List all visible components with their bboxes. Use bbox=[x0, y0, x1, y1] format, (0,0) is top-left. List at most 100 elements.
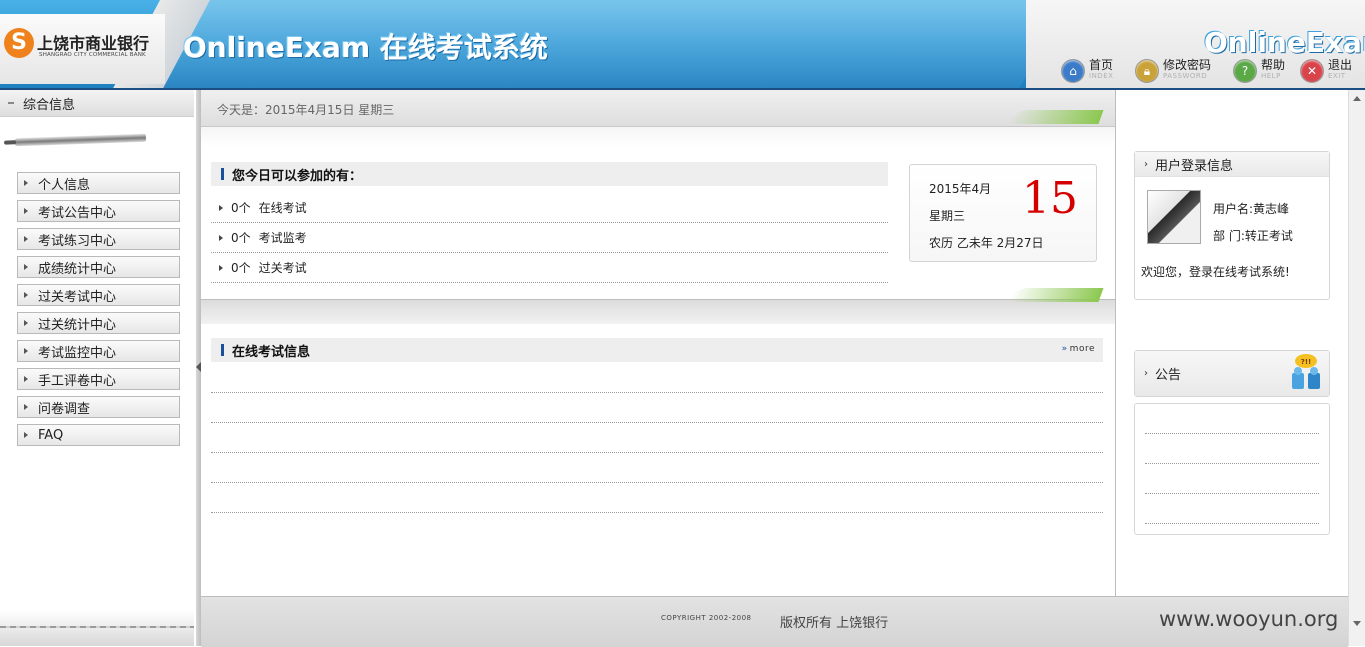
help-icon: ? bbox=[1233, 59, 1257, 83]
app-title-right: OnlineExam bbox=[1204, 26, 1365, 59]
bank-name: 上饶市商业银行 bbox=[37, 34, 150, 53]
sidebar-item-survey[interactable]: 问卷调查 bbox=[17, 396, 180, 418]
list-item bbox=[211, 453, 1103, 483]
lock-icon: 🔒︎ bbox=[1135, 59, 1159, 83]
sidebar-item-pass-stats[interactable]: 过关统计中心 bbox=[17, 312, 180, 334]
arrow-right-icon bbox=[24, 292, 28, 298]
welcome-text: 欢迎您，登录在线考试系统! bbox=[1141, 265, 1290, 279]
list-item bbox=[1145, 464, 1319, 494]
scrollbar[interactable] bbox=[1348, 90, 1365, 646]
nav-help-button[interactable]: ? 帮助 HELP bbox=[1233, 58, 1285, 84]
exit-icon: ✕ bbox=[1300, 59, 1324, 83]
list-item bbox=[211, 363, 1103, 393]
list-item-pass-exam[interactable]: 0个 过关考试 bbox=[211, 253, 888, 283]
sidebar-item-label: 过关统计中心 bbox=[38, 317, 117, 333]
available-list: 0个 在线考试 0个 考试监考 0个 过关考试 bbox=[211, 193, 888, 283]
nav-help-label: 帮助 bbox=[1261, 58, 1286, 72]
sidebar-item-pass-exam[interactable]: 过关考试中心 bbox=[17, 284, 180, 306]
bank-name-en: SHANGRAO CITY COMMERCIAL BANK bbox=[39, 52, 146, 58]
nav-exit-sub: EXIT bbox=[1328, 72, 1346, 80]
nav-change-password-button[interactable]: 🔒︎ 修改密码 PASSWORD bbox=[1135, 58, 1211, 84]
login-info-box: › 用户登录信息 用户名:黄志峰 部 门:转正考试 欢迎您，登录在线考试系统! bbox=[1134, 151, 1330, 300]
sidebar-item-label: 问卷调查 bbox=[38, 401, 91, 417]
chevron-right-icon: › bbox=[1144, 158, 1148, 170]
section-strip bbox=[201, 127, 1115, 147]
today-text: 今天是：2015年4月15日 星期三 bbox=[217, 103, 395, 117]
exam-info-panel-title: 在线考试信息 bbox=[232, 344, 311, 360]
arrow-right-icon bbox=[24, 208, 28, 214]
notice-list bbox=[1134, 403, 1330, 535]
sidebar-item-exam-monitor[interactable]: 考试监控中心 bbox=[17, 340, 180, 362]
list-item-exam-proctor[interactable]: 0个 考试监考 bbox=[211, 223, 888, 253]
list-item bbox=[1145, 434, 1319, 464]
sidebar-item-label: 个人信息 bbox=[38, 177, 91, 193]
sidebar-item-label: 成绩统计中心 bbox=[38, 261, 117, 277]
avatar bbox=[1147, 190, 1201, 244]
arrow-right-icon bbox=[24, 236, 28, 242]
arrow-right-icon bbox=[24, 264, 28, 270]
arrow-right-icon bbox=[24, 320, 28, 326]
arrow-right-icon bbox=[219, 234, 223, 241]
sidebar-item-faq[interactable]: FAQ bbox=[17, 424, 180, 446]
chevron-right-icon: › bbox=[1144, 368, 1148, 379]
arrow-right-icon bbox=[24, 432, 28, 438]
sidebar-item-label: 考试练习中心 bbox=[38, 233, 117, 249]
notice-title: 公告 bbox=[1155, 368, 1182, 383]
scroll-down-icon[interactable] bbox=[1353, 621, 1361, 626]
sidebar-item-label: 过关考试中心 bbox=[38, 289, 117, 305]
sidebar-menu: 个人信息 考试公告中心 考试练习中心 成绩统计中心 过关考试中心 过关统计中心 … bbox=[17, 172, 180, 452]
nav-exit-button[interactable]: ✕ 退出 EXIT bbox=[1300, 58, 1352, 84]
bank-logo-icon: S bbox=[4, 28, 34, 58]
app-header: S 上饶市商业银行 SHANGRAO CITY COMMERCIAL BANK … bbox=[0, 0, 1365, 90]
list-item bbox=[211, 393, 1103, 423]
nav-home-label: 首页 bbox=[1089, 58, 1114, 72]
list-item bbox=[1145, 494, 1319, 524]
sidebar-item-personal-info[interactable]: 个人信息 bbox=[17, 172, 180, 194]
list-item-online-exam[interactable]: 0个 在线考试 bbox=[211, 193, 888, 223]
sidebar-footer-decoration bbox=[0, 610, 194, 646]
calendar-card: 2015年4月 星期三 农历 乙未年 2月27日 15 bbox=[909, 164, 1097, 262]
more-link[interactable]: » more bbox=[1062, 344, 1095, 354]
sidebar-item-score-stats[interactable]: 成绩统计中心 bbox=[17, 256, 180, 278]
collapse-icon bbox=[8, 102, 14, 104]
sidebar-item-label: 考试公告中心 bbox=[38, 205, 117, 221]
item-count: 0个 bbox=[231, 201, 251, 215]
notice-box: › 公告 ?!! bbox=[1134, 350, 1330, 397]
watermark-site: www.wooyun.org bbox=[1159, 607, 1339, 631]
section-marker bbox=[221, 168, 224, 180]
date-bar: 今天是：2015年4月15日 星期三 bbox=[201, 90, 1115, 127]
right-column: › 用户登录信息 用户名:黄志峰 部 门:转正考试 欢迎您，登录在线考试系统! … bbox=[1115, 90, 1349, 596]
bank-logo: S 上饶市商业银行 SHANGRAO CITY COMMERCIAL BANK bbox=[0, 14, 165, 84]
username: 用户名:黄志峰 bbox=[1213, 202, 1290, 216]
leaf-decoration bbox=[1008, 288, 1104, 302]
nav-home-sub: INDEX bbox=[1089, 72, 1114, 80]
more-label: more bbox=[1069, 344, 1095, 354]
scroll-up-icon[interactable] bbox=[1353, 96, 1361, 101]
sidebar-item-exam-practice[interactable]: 考试练习中心 bbox=[17, 228, 180, 250]
sidebar-item-label: 考试监控中心 bbox=[38, 345, 117, 361]
arrow-right-icon bbox=[219, 264, 223, 271]
app-title: OnlineExam 在线考试系统 bbox=[183, 31, 548, 64]
arrow-right-icon bbox=[24, 180, 28, 186]
list-item bbox=[211, 483, 1103, 513]
login-info-header: › 用户登录信息 bbox=[1135, 152, 1329, 177]
item-count: 0个 bbox=[231, 231, 251, 245]
sidebar-item-exam-notices[interactable]: 考试公告中心 bbox=[17, 200, 180, 222]
notice-badge: ?!! bbox=[1301, 358, 1311, 366]
sidebar-item-label: 手工评卷中心 bbox=[38, 373, 117, 389]
nav-home-button[interactable]: ⌂ 首页 INDEX bbox=[1061, 58, 1113, 84]
home-icon: ⌂ bbox=[1061, 59, 1085, 83]
nav-change-password-label: 修改密码 bbox=[1163, 58, 1212, 72]
section-marker bbox=[221, 344, 224, 356]
sidebar-item-manual-grading[interactable]: 手工评卷中心 bbox=[17, 368, 180, 390]
calendar-lunar-date: 农历 乙未年 2月27日 bbox=[929, 236, 1044, 250]
exam-info-panel-header: 在线考试信息 » more bbox=[211, 338, 1103, 362]
exam-info-list bbox=[211, 363, 1103, 513]
item-name: 考试监考 bbox=[258, 231, 307, 245]
user-info: 用户名:黄志峰 部 门:转正考试 bbox=[1213, 196, 1293, 250]
copyright-text: COPYRIGHT 2002-2008 bbox=[661, 614, 752, 622]
footer: COPYRIGHT 2002-2008 版权所有 上饶银行 www.wooyun… bbox=[201, 596, 1348, 647]
pen-icon bbox=[13, 133, 147, 147]
nav-change-password-sub: PASSWORD bbox=[1163, 72, 1208, 80]
available-panel-header: 您今日可以参加的有： bbox=[211, 162, 888, 186]
